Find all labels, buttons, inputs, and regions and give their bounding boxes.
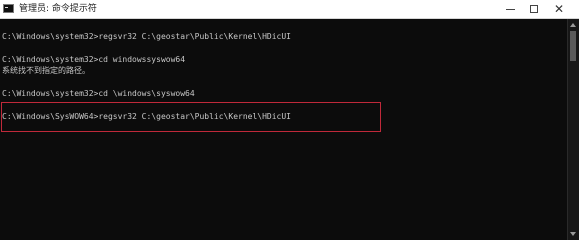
title-bar[interactable]: 管理员: 命令提示符 ✕	[0, 0, 579, 19]
window-title: 管理员: 命令提示符	[19, 4, 97, 14]
scroll-up-arrow-icon[interactable]	[570, 23, 576, 27]
command-prompt-window: 管理员: 命令提示符 ✕ C:\Windows\system32>regsvr3…	[0, 0, 579, 240]
scrollbar-thumb[interactable]	[570, 31, 576, 61]
close-button[interactable]: ✕	[548, 0, 572, 18]
vertical-scrollbar[interactable]	[567, 19, 579, 240]
maximize-icon	[530, 5, 538, 13]
minimize-button[interactable]	[498, 0, 522, 18]
console-line: C:\Windows\system32>regsvr32 C:\geostar\…	[2, 32, 291, 41]
highlight-box	[1, 102, 381, 132]
console-line: C:\Windows\system32>cd \windows\syswow64	[2, 89, 195, 98]
console-line: 系统找不到指定的路径。	[2, 66, 90, 75]
console-output[interactable]: C:\Windows\system32>regsvr32 C:\geostar\…	[0, 19, 567, 240]
maximize-button[interactable]	[522, 0, 546, 18]
cmd-icon	[3, 4, 14, 13]
close-icon: ✕	[554, 2, 565, 16]
minimize-icon	[506, 9, 515, 10]
console-line: C:\Windows\system32>cd windowssyswow64	[2, 55, 186, 64]
scroll-down-arrow-icon[interactable]	[570, 232, 576, 236]
